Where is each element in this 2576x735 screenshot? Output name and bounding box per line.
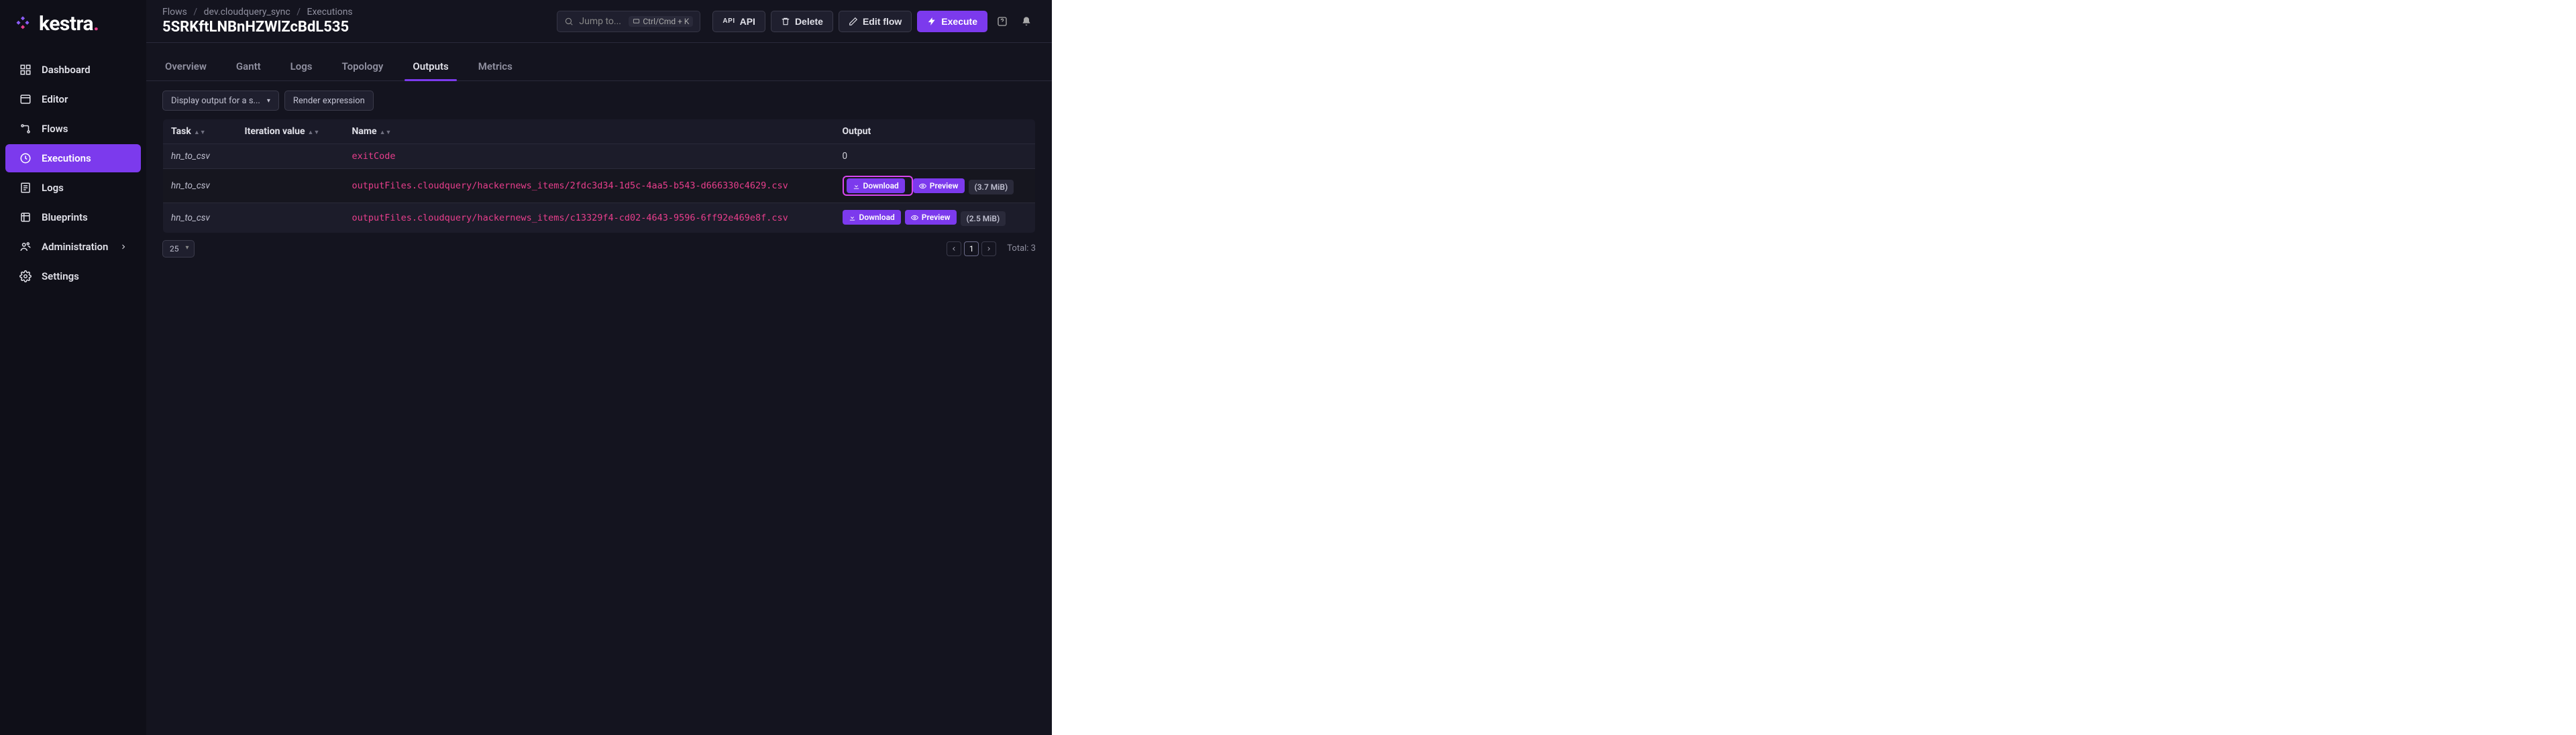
pencil-icon [849,17,858,26]
pager-prev[interactable] [947,241,961,256]
breadcrumb-flows[interactable]: Flows [162,7,187,17]
preview-button[interactable]: Preview [913,178,965,193]
execute-button[interactable]: Execute [917,11,987,32]
pager-next[interactable] [981,241,996,256]
main: Flows / dev.cloudquery_sync / Executions… [146,0,1052,735]
sort-icon: ▲▼ [194,129,206,136]
pager-page-1[interactable]: 1 [964,241,979,256]
administration-icon [19,240,32,253]
jump-to-input[interactable]: Jump to... Ctrl/Cmd + K [557,11,700,32]
editor-icon [19,93,32,106]
tab-logs[interactable]: Logs [288,55,315,80]
total-count: Total: 3 [1007,243,1036,253]
search-icon [564,17,574,26]
task-cell: hn_to_csv [163,203,237,233]
logo-text: kestra. [39,12,99,36]
jump-to-placeholder: Jump to... [579,16,621,27]
chevron-down-icon: ▾ [267,97,270,105]
iteration-cell [237,203,344,233]
file-size-badge: (2.5 MiB) [961,211,1006,226]
outputs-table: Task▲▼ Iteration value▲▼ Name▲▼ Output [162,119,1036,233]
sidebar-item-settings[interactable]: Settings [5,262,141,290]
name-cell: outputFiles.cloudquery/hackernews_items/… [344,203,835,233]
column-header-output: Output [835,119,1036,144]
preview-button[interactable]: Preview [905,210,957,225]
bell-icon[interactable] [1017,11,1036,32]
table-row: hn_to_csv exitCode0 [163,144,1036,169]
sidebar-item-executions[interactable]: Executions [5,144,141,172]
name-cell: exitCode [344,144,835,169]
table-row: hn_to_csv outputFiles.cloudquery/hackerne… [163,203,1036,233]
sidebar-item-label: Editor [42,93,68,105]
sidebar-item-blueprints[interactable]: Blueprints [5,203,141,231]
render-expression-button[interactable]: Render expression [284,91,374,111]
blueprints-icon [19,211,32,224]
api-icon: API [722,17,735,25]
help-icon[interactable] [993,11,1012,32]
task-cell: hn_to_csv [163,169,237,203]
dashboard-icon [19,63,32,76]
iteration-cell [237,144,344,169]
tab-gantt[interactable]: Gantt [233,55,264,80]
sidebar-item-dashboard[interactable]: Dashboard [5,56,141,84]
breadcrumb-executions[interactable]: Executions [307,7,353,17]
api-button[interactable]: API API [712,11,765,32]
output-cell: Download Preview (2.5 MiB) [835,203,1036,233]
sidebar-item-flows[interactable]: Flows [5,115,141,143]
delete-button[interactable]: Delete [771,11,833,32]
download-button[interactable]: Download [843,210,901,225]
logo: kestra. [0,12,146,54]
download-button[interactable]: Download [847,178,905,193]
output-cell: Download Preview (3.7 MiB) [835,169,1036,203]
keyboard-shortcut-badge: Ctrl/Cmd + K [629,16,693,27]
executions-icon [19,152,32,165]
pagesize-select[interactable]: 25 [162,240,195,258]
task-cell: hn_to_csv [163,144,237,169]
column-header-name[interactable]: Name▲▼ [344,119,835,144]
column-header-task[interactable]: Task▲▼ [163,119,237,144]
prose-area [1052,0,2576,735]
tabs: Overview Gantt Logs Topology Outputs Met… [146,55,1052,81]
output-filter-select[interactable]: Display output for a s... ▾ [162,91,279,111]
bolt-icon [927,17,936,26]
page-title: 5SRKftLNBnHZWlZcBdL535 [162,19,353,36]
logs-icon [19,181,32,194]
sort-icon: ▲▼ [380,129,392,136]
tab-outputs[interactable]: Outputs [410,55,451,80]
chevron-right-icon [119,243,127,251]
sidebar-item-label: Flows [42,123,68,135]
edit-flow-button[interactable]: Edit flow [839,11,912,32]
tab-topology[interactable]: Topology [339,55,386,80]
breadcrumb: Flows / dev.cloudquery_sync / Executions [162,7,353,17]
tab-overview[interactable]: Overview [162,55,209,80]
column-header-iteration[interactable]: Iteration value▲▼ [237,119,344,144]
sidebar-item-label: Dashboard [42,64,91,76]
trash-icon [781,17,790,26]
sidebar-item-label: Logs [42,182,64,194]
tab-metrics[interactable]: Metrics [476,55,515,80]
sidebar-item-label: Administration [42,241,108,253]
flows-icon [19,122,32,135]
sidebar-item-label: Blueprints [42,211,88,223]
output-cell: 0 [835,144,1036,169]
breadcrumb-flow-id[interactable]: dev.cloudquery_sync [204,7,290,17]
table-row: hn_to_csv outputFiles.cloudquery/hackerne… [163,169,1036,203]
sidebar-item-label: Executions [42,152,91,164]
sidebar: kestra. Dashboard Editor Flows Execution… [0,0,146,735]
name-cell: outputFiles.cloudquery/hackernews_items/… [344,169,835,203]
sidebar-item-logs[interactable]: Logs [5,174,141,202]
sidebar-item-editor[interactable]: Editor [5,85,141,113]
sidebar-item-label: Settings [42,270,79,282]
outputs-content: Display output for a s... ▾ Render expre… [146,81,1052,267]
logo-mark-icon [13,15,32,34]
iteration-cell [237,169,344,203]
sidebar-item-administration[interactable]: Administration [5,233,141,261]
table-footer: 25 1 Total: 3 [162,240,1036,258]
topbar: Flows / dev.cloudquery_sync / Executions… [146,0,1052,43]
file-size-badge: (3.7 MiB) [969,180,1014,194]
settings-icon [19,270,32,283]
sort-icon: ▲▼ [308,129,320,136]
